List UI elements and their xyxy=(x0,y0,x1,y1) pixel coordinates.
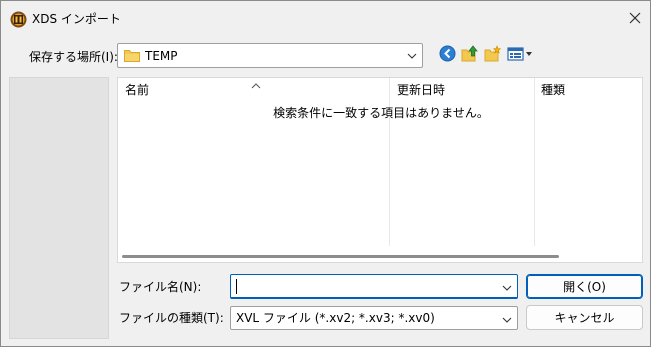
column-header-name[interactable]: 名前 xyxy=(125,82,149,98)
folder-icon xyxy=(124,49,140,62)
close-button[interactable] xyxy=(620,5,650,33)
filetype-value: XVL ファイル (*.xv2; *.xv3; *.xv0) xyxy=(236,311,435,325)
up-folder-button[interactable] xyxy=(460,44,480,66)
horizontal-scrollbar[interactable] xyxy=(120,253,641,261)
file-list[interactable]: 名前 更新日時 種類 検索条件に一致する項目はありません。 xyxy=(117,77,643,263)
sort-ascending-icon xyxy=(251,78,261,89)
places-bar xyxy=(9,77,109,339)
column-header-type[interactable]: 種類 xyxy=(541,82,565,98)
cancel-button[interactable]: キャンセル xyxy=(526,305,643,330)
new-folder-icon xyxy=(484,44,502,66)
new-folder-button[interactable] xyxy=(483,44,503,66)
lookin-value: TEMP xyxy=(145,49,178,63)
filetype-label: ファイルの種類(T): xyxy=(119,311,224,325)
chevron-down-icon xyxy=(407,50,417,60)
close-icon xyxy=(629,12,641,27)
back-button[interactable] xyxy=(437,45,457,65)
chevron-down-icon xyxy=(502,314,512,324)
filename-label: ファイル名(N): xyxy=(119,280,202,294)
filename-combo[interactable] xyxy=(230,274,518,299)
back-icon xyxy=(439,45,456,65)
view-menu-icon xyxy=(507,46,534,65)
empty-list-message: 検索条件に一致する項目はありません。 xyxy=(273,106,489,120)
chevron-down-icon[interactable] xyxy=(502,282,512,292)
column-header-modified[interactable]: 更新日時 xyxy=(397,82,445,98)
view-menu-button[interactable] xyxy=(507,45,534,65)
lookin-label: 保存する場所(I): xyxy=(29,50,118,64)
text-caret xyxy=(236,279,237,294)
window-title: XDS インポート xyxy=(32,12,121,26)
lookin-combo[interactable]: TEMP xyxy=(117,43,423,68)
up-folder-icon xyxy=(461,44,479,66)
column-divider[interactable] xyxy=(534,78,535,246)
open-button[interactable]: 開く(O) xyxy=(526,274,643,299)
xds-app-icon xyxy=(10,11,27,28)
column-divider[interactable] xyxy=(389,78,390,246)
scrollbar-thumb[interactable] xyxy=(122,255,559,258)
filetype-combo[interactable]: XVL ファイル (*.xv2; *.xv3; *.xv0) xyxy=(230,306,518,330)
import-dialog: XDS インポート 保存する場所(I): TEMP 名前 更新日時 種類 検索条… xyxy=(0,0,651,347)
title-bar: XDS インポート xyxy=(1,1,650,35)
